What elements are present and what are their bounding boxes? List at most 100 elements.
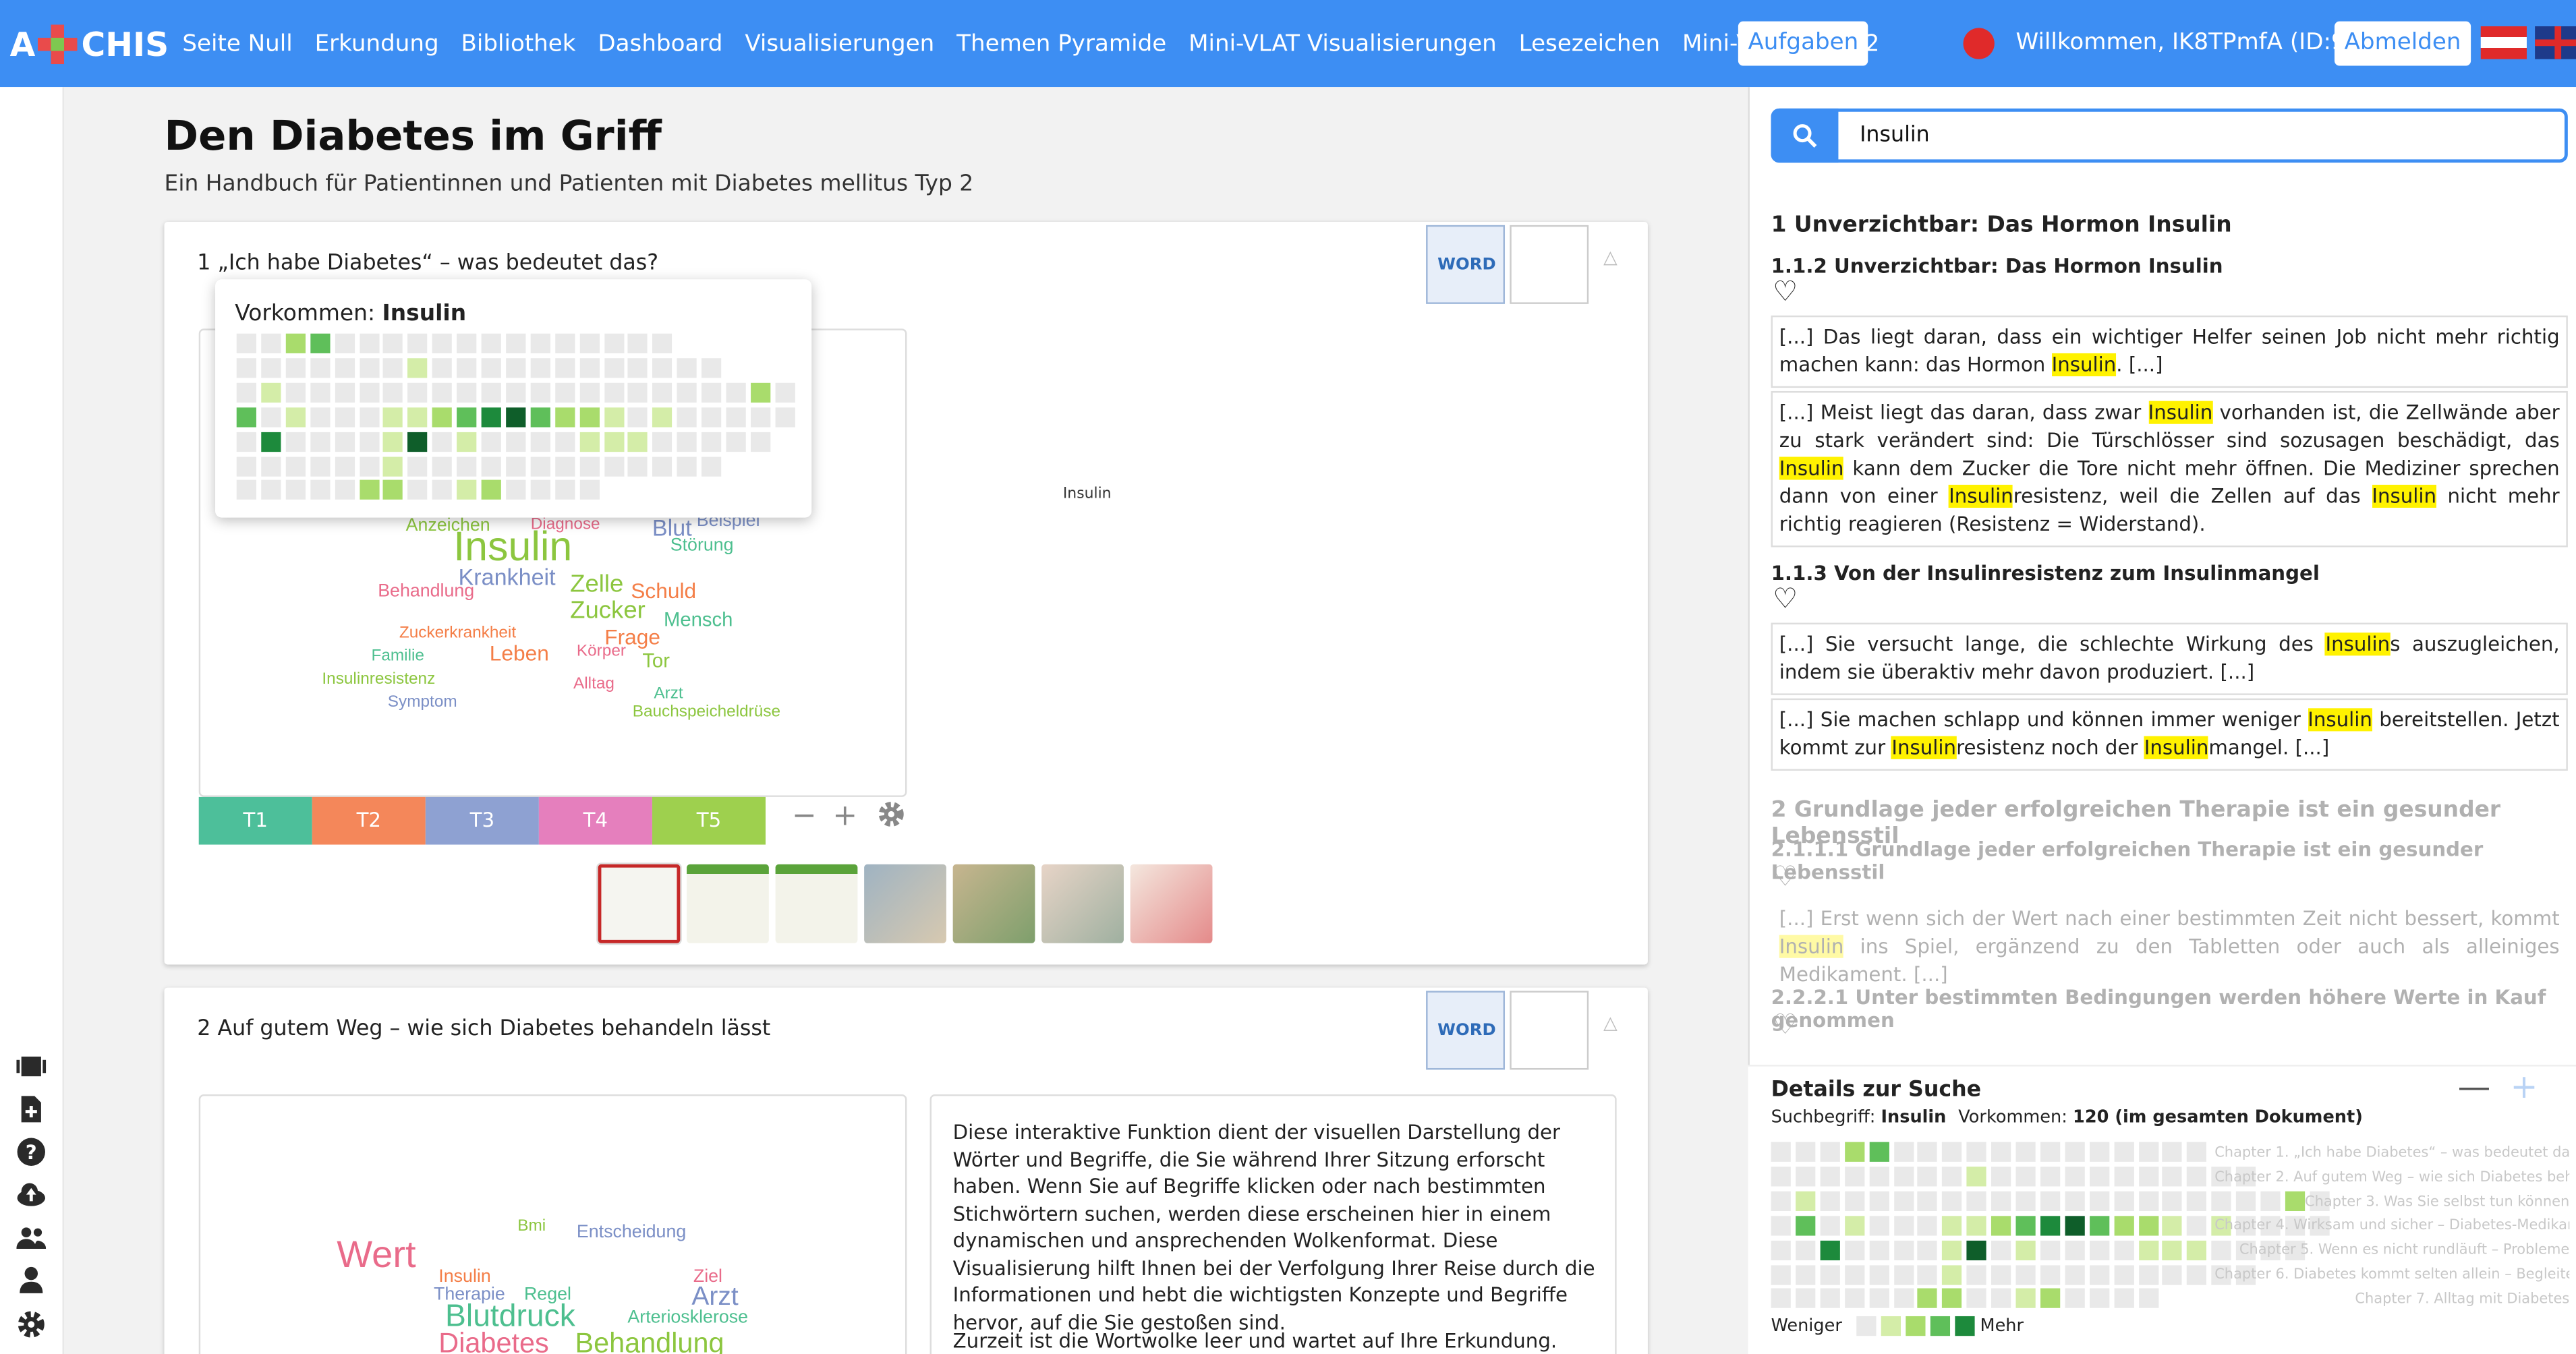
heatmap-cell[interactable] — [1942, 1264, 1962, 1285]
heatmap-cell[interactable] — [285, 357, 306, 378]
heatmap-cell[interactable] — [383, 357, 403, 378]
settings-gear-icon[interactable] — [16, 1309, 46, 1339]
heatmap-cell[interactable] — [1991, 1142, 2011, 1162]
cloud-word-alltag[interactable]: Alltag — [573, 676, 614, 694]
heatmap-cell[interactable] — [2065, 1142, 2085, 1162]
heatmap-cell[interactable] — [652, 456, 672, 476]
heatmap-cell[interactable] — [2040, 1264, 2060, 1285]
heatmap-cell[interactable] — [1844, 1142, 1864, 1162]
heatmap-cell[interactable] — [726, 407, 746, 427]
heatmap-cell[interactable] — [628, 431, 648, 452]
heatmap-cell[interactable] — [652, 333, 672, 353]
heatmap-cell[interactable] — [407, 407, 428, 427]
chapter-label-1[interactable]: Chapter 1. „Ich habe Diabetes“ – was bed… — [2214, 1142, 2569, 1167]
chapter-1-title[interactable]: 1 „Ich habe Diabetes“ – was bedeutet das… — [197, 252, 658, 276]
heatmap-cell[interactable] — [383, 456, 403, 476]
nav-link-bibliothek[interactable]: Bibliothek — [461, 30, 575, 57]
heatmap-cell[interactable] — [432, 480, 453, 500]
tasks-button[interactable]: Aufgaben — [1738, 21, 1868, 66]
heatmap-cell[interactable] — [677, 431, 697, 452]
cloud-word-diabetes[interactable]: Diabetes — [438, 1328, 548, 1354]
heatmap-cell[interactable] — [1991, 1239, 2011, 1260]
cloud-word-arzt[interactable]: Arzt — [654, 685, 683, 703]
heatmap-cell[interactable] — [1942, 1289, 1962, 1309]
heatmap-cell[interactable] — [1918, 1239, 1938, 1260]
heatmap-cell[interactable] — [2113, 1166, 2134, 1187]
heatmap-cell[interactable] — [604, 431, 624, 452]
nav-link-themen-pyramide[interactable]: Themen Pyramide — [956, 30, 1166, 57]
heatmap-cell[interactable] — [1966, 1215, 1987, 1235]
heatmap-cell[interactable] — [2113, 1239, 2134, 1260]
cloud-word-insulin-2[interactable]: Insulin — [438, 1267, 490, 1287]
user-icon[interactable] — [16, 1265, 46, 1295]
heatmap-cell[interactable] — [2187, 1142, 2207, 1162]
heatmap-cell[interactable] — [359, 407, 379, 427]
heatmap-cell[interactable] — [2089, 1142, 2109, 1162]
heatmap-cell[interactable] — [2113, 1215, 2134, 1235]
heatmap-cell[interactable] — [2187, 1215, 2207, 1235]
cloud-word-insulinresistenz[interactable]: Insulinresistenz — [322, 670, 435, 688]
heatmap-cell[interactable] — [1966, 1264, 1987, 1285]
nav-link-dashboard[interactable]: Dashboard — [598, 30, 722, 57]
heatmap-cell[interactable] — [285, 333, 306, 353]
heatmap-cell[interactable] — [604, 407, 624, 427]
topic-t1[interactable]: T1 — [198, 796, 312, 845]
heatmap-cell[interactable] — [2138, 1239, 2158, 1260]
heatmap-cell[interactable] — [260, 357, 281, 378]
heatmap-cell[interactable] — [554, 333, 575, 353]
heatmap-cell[interactable] — [481, 357, 501, 378]
heatmap-cell[interactable] — [750, 431, 771, 452]
topic-t4[interactable]: T4 — [538, 796, 652, 845]
heatmap-cell[interactable] — [1844, 1239, 1864, 1260]
cloud-word-stoerung[interactable]: Störung — [670, 535, 734, 555]
cloud-word-zelle[interactable]: Zelle — [570, 570, 623, 598]
heatmap-cell[interactable] — [1893, 1166, 1914, 1187]
heatmap-cell[interactable] — [505, 382, 526, 403]
heatmap-cell[interactable] — [310, 480, 330, 500]
heatmap-cell[interactable] — [1820, 1264, 1840, 1285]
heatmap-cell[interactable] — [2187, 1264, 2207, 1285]
heatmap-cell[interactable] — [2089, 1215, 2109, 1235]
heatmap-cell[interactable] — [2040, 1191, 2060, 1211]
heatmap-cell[interactable] — [530, 407, 550, 427]
heatmap-cell[interactable] — [2015, 1239, 2036, 1260]
heatmap-cell[interactable] — [1868, 1239, 1889, 1260]
heatmap-cell[interactable] — [1868, 1289, 1889, 1309]
heatmap-cell[interactable] — [530, 333, 550, 353]
heatmap-cell[interactable] — [2113, 1142, 2134, 1162]
heatmap-cell[interactable] — [310, 407, 330, 427]
word-cloud-preview[interactable]: WORD — [1426, 991, 1506, 1070]
heatmap-cell[interactable] — [334, 357, 355, 378]
cloud-word-symptom[interactable]: Symptom — [388, 693, 457, 711]
text-preview[interactable] — [1510, 991, 1589, 1070]
heatmap-cell[interactable] — [285, 382, 306, 403]
heatmap-cell[interactable] — [726, 382, 746, 403]
heatmap-cell[interactable] — [1991, 1289, 2011, 1309]
add-document-icon[interactable] — [16, 1094, 46, 1124]
heatmap-cell[interactable] — [1918, 1191, 1938, 1211]
heatmap-cell[interactable] — [236, 407, 256, 427]
heatmap-cell[interactable] — [2138, 1166, 2158, 1187]
expand-plus-icon[interactable]: + — [2511, 1067, 2538, 1106]
heatmap-cell[interactable] — [1795, 1215, 1816, 1235]
result-snippet-2[interactable]: [...] Meist liegt das daran, dass zwar I… — [1771, 390, 2568, 548]
heatmap-cell[interactable] — [2065, 1191, 2085, 1211]
heatmap-cell[interactable] — [260, 431, 281, 452]
heatmap-cell[interactable] — [2163, 1215, 2183, 1235]
heatmap-cell[interactable] — [530, 382, 550, 403]
heatmap-cell[interactable] — [530, 357, 550, 378]
heatmap-cell[interactable] — [1893, 1289, 1914, 1309]
heatmap-cell[interactable] — [505, 456, 526, 476]
heatmap-cell[interactable] — [1844, 1215, 1864, 1235]
heatmap-cell[interactable] — [1771, 1289, 1791, 1309]
heatmap-cell[interactable] — [310, 357, 330, 378]
heatmap-cell[interactable] — [2163, 1166, 2183, 1187]
heatmap-cell[interactable] — [383, 382, 403, 403]
heatmap-cell[interactable] — [1868, 1264, 1889, 1285]
heatmap-cell[interactable] — [310, 431, 330, 452]
heatmap-cell[interactable] — [554, 456, 575, 476]
heatmap-cell[interactable] — [432, 407, 453, 427]
heatmap-cell[interactable] — [359, 480, 379, 500]
heatmap-cell[interactable] — [604, 357, 624, 378]
heatmap-cell[interactable] — [432, 382, 453, 403]
